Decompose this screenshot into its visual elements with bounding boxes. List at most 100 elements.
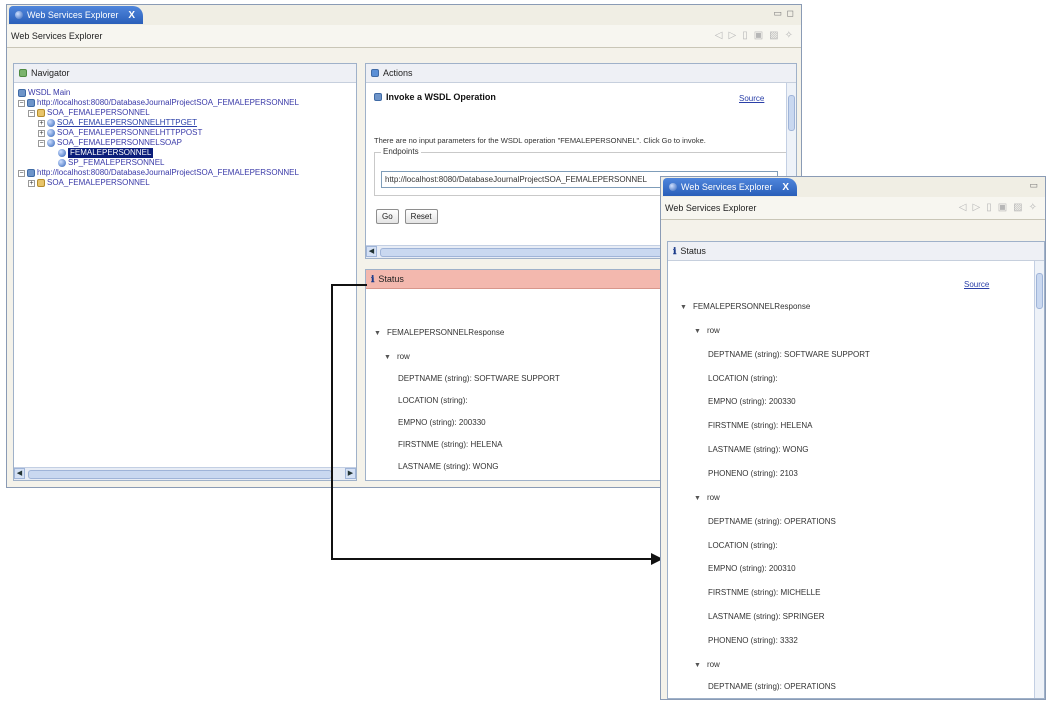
row-label: row xyxy=(706,660,720,669)
wsdl-main-icon xyxy=(18,89,26,97)
tree-item-wsdl-main[interactable]: WSDL Main xyxy=(18,88,299,98)
page-icon[interactable]: ▯ xyxy=(742,30,748,41)
field-value: FIRSTNME (string): HELENA xyxy=(708,421,813,430)
scroll-left-icon[interactable]: ◀ xyxy=(366,246,377,257)
expanded-triangle-icon[interactable]: ▼ xyxy=(374,330,381,337)
navigator-panel: Navigator WSDL Main − http://localhost:8… xyxy=(13,63,357,481)
field-value: LASTNAME (string): SPRINGER xyxy=(708,612,825,621)
favorites-icon[interactable]: ▣ xyxy=(998,202,1007,213)
row-node: ▼ row xyxy=(694,493,720,502)
back-icon[interactable]: ◁ xyxy=(715,30,723,41)
view-title-bar: Web Services Explorer xyxy=(7,25,801,48)
web-services-explorer-window-popup: Web Services Explorer X ▭ Web Services E… xyxy=(660,176,1046,700)
tree-item-service-url-1[interactable]: − http://localhost:8080/DatabaseJournalP… xyxy=(18,98,299,108)
scroll-thumb[interactable] xyxy=(28,470,332,479)
source-link[interactable]: Source xyxy=(964,280,989,289)
window-controls[interactable]: ▭ xyxy=(1029,180,1039,191)
expanded-triangle-icon[interactable]: ▼ xyxy=(384,354,391,361)
reset-button[interactable]: Reset xyxy=(404,209,438,224)
collapse-toggle[interactable]: − xyxy=(38,139,45,147)
response-label: FEMALEPERSONNELResponse xyxy=(386,328,505,337)
status-vertical-scrollbar[interactable] xyxy=(1034,261,1044,698)
actions-icon xyxy=(371,69,379,77)
tree-item-service-url-2[interactable]: − http://localhost:8080/DatabaseJournalP… xyxy=(18,168,299,178)
field-value: LASTNAME (string): WONG xyxy=(708,445,809,454)
navigator-horizontal-scrollbar[interactable]: ◀ ▶ xyxy=(14,467,356,480)
expand-toggle[interactable]: + xyxy=(38,129,45,137)
expanded-triangle-icon[interactable]: ▼ xyxy=(694,662,701,669)
window-controls[interactable]: ▭ ◻ xyxy=(774,8,795,19)
actions-header: Actions xyxy=(366,64,796,83)
tab-label: Web Services Explorer xyxy=(27,10,119,20)
tab-web-services-explorer[interactable]: Web Services Explorer X xyxy=(9,6,144,24)
go-button[interactable]: Go xyxy=(376,209,399,224)
scroll-thumb[interactable] xyxy=(788,95,795,131)
response-label: FEMALEPERSONNELResponse xyxy=(692,302,811,311)
scroll-thumb[interactable] xyxy=(1036,273,1043,309)
no-params-message: There are no input parameters for the WS… xyxy=(374,136,706,145)
favorites-icon[interactable]: ▣ xyxy=(754,30,763,41)
globe-icon xyxy=(669,183,677,191)
collapse-toggle[interactable]: − xyxy=(18,169,25,177)
explorer-toolbar: ◁ ▷ ▯ ▣ ▨ ✧ xyxy=(959,202,1037,213)
tree-item-operation-sp[interactable]: SP_FEMALEPERSONNEL xyxy=(18,158,299,168)
navigator-title: Navigator xyxy=(31,68,70,78)
view-title: Web Services Explorer xyxy=(665,203,757,213)
tree-item-binding-httpget[interactable]: + SOA_FEMALEPERSONNELHTTPGET xyxy=(18,118,299,128)
wsil-icon[interactable]: ▨ xyxy=(1013,202,1022,213)
editor-tab-bar: Web Services Explorer X ▭ ◻ xyxy=(7,5,801,26)
info-icon: ℹ xyxy=(673,245,677,256)
tree-item-operation-femalepersonnel[interactable]: FEMALEPERSONNEL xyxy=(18,148,299,158)
forward-icon[interactable]: ▷ xyxy=(972,202,980,213)
connector-line-vertical xyxy=(331,284,333,560)
field-value: EMPNO (string): 200330 xyxy=(398,418,486,427)
expanded-triangle-icon[interactable]: ▼ xyxy=(694,495,701,502)
endpoints-label: Endpoints xyxy=(381,147,421,156)
field-value: LOCATION (string): xyxy=(708,374,778,383)
tree-item-label: WSDL Main xyxy=(28,88,71,97)
tree-item-service-2[interactable]: + SOA_FEMALEPERSONNEL xyxy=(18,178,299,188)
wsil-icon[interactable]: ▨ xyxy=(769,30,778,41)
tree-item-binding-httppost[interactable]: + SOA_FEMALEPERSONNELHTTPPOST xyxy=(18,128,299,138)
close-tab-icon[interactable]: X xyxy=(782,182,789,193)
info-icon: ℹ xyxy=(371,273,375,284)
scroll-left-icon[interactable]: ◀ xyxy=(14,468,25,479)
close-tab-icon[interactable]: X xyxy=(128,10,135,21)
editor-tab-bar: Web Services Explorer X ▭ xyxy=(661,177,1045,198)
tree-item-label: SOA_FEMALEPERSONNEL xyxy=(47,108,150,117)
tree-item-binding-soap[interactable]: − SOA_FEMALEPERSONNELSOAP xyxy=(18,138,299,148)
expand-toggle[interactable]: + xyxy=(38,119,45,127)
tree-item-label: http://localhost:8080/DatabaseJournalPro… xyxy=(37,98,299,107)
row-node: ▼ row xyxy=(384,352,410,361)
collapse-toggle[interactable]: − xyxy=(18,99,25,107)
tree-item-label: SOA_FEMALEPERSONNELHTTPPOST xyxy=(57,128,203,137)
field-value: FIRSTNME (string): MICHELLE xyxy=(708,588,821,597)
tree-item-label: SOA_FEMALEPERSONNELSOAP xyxy=(57,138,182,147)
expand-toggle[interactable]: + xyxy=(28,179,35,187)
scroll-right-icon[interactable]: ▶ xyxy=(345,468,356,479)
field-value: DEPTNAME (string): OPERATIONS xyxy=(708,517,836,526)
expanded-triangle-icon[interactable]: ▼ xyxy=(680,304,687,311)
source-link[interactable]: Source xyxy=(739,94,764,103)
binding-icon xyxy=(47,139,55,147)
field-value: FIRSTNME (string): HELENA xyxy=(398,440,503,449)
wsdl-icon[interactable]: ✧ xyxy=(1029,202,1037,213)
page-icon[interactable]: ▯ xyxy=(986,202,992,213)
navigator-icon xyxy=(19,69,27,77)
wsdl-icon[interactable]: ✧ xyxy=(785,30,793,41)
service-icon xyxy=(37,179,45,187)
collapse-toggle[interactable]: − xyxy=(28,109,35,117)
wsdl-file-icon xyxy=(27,99,35,107)
back-icon[interactable]: ◁ xyxy=(959,202,967,213)
tree-item-label: http://localhost:8080/DatabaseJournalPro… xyxy=(37,168,299,177)
tab-web-services-explorer[interactable]: Web Services Explorer X xyxy=(663,178,798,196)
status-panel-popup: ℹ Status Source ▼ FEMALEPERSONNELResponse… xyxy=(667,241,1045,699)
actions-title: Actions xyxy=(383,68,413,78)
field-value: DEPTNAME (string): SOFTWARE SUPPORT xyxy=(708,350,870,359)
field-value: DEPTNAME (string): OPERATIONS xyxy=(708,682,836,691)
tree-item-service[interactable]: − SOA_FEMALEPERSONNEL xyxy=(18,108,299,118)
forward-icon[interactable]: ▷ xyxy=(728,30,736,41)
field-value: PHONENO (string): 2103 xyxy=(708,469,798,478)
navigator-header: Navigator xyxy=(14,64,356,83)
expanded-triangle-icon[interactable]: ▼ xyxy=(694,328,701,335)
